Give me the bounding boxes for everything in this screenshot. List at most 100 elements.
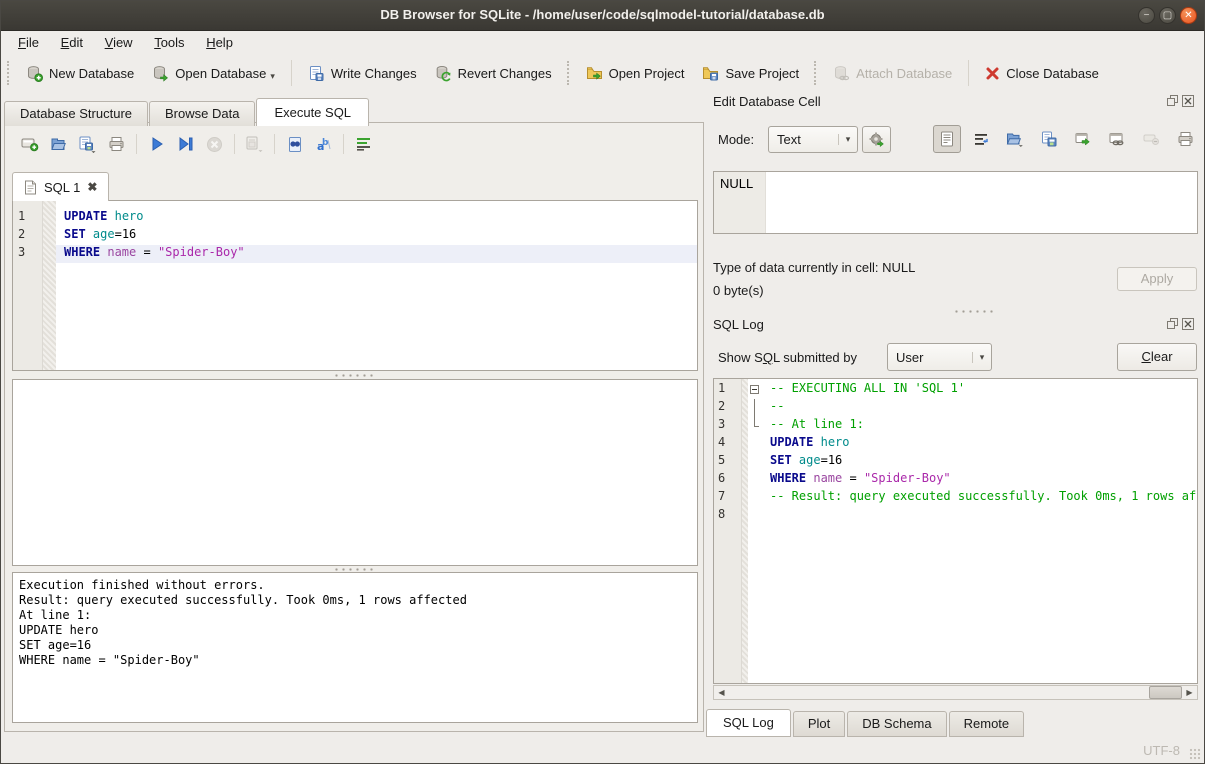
export-cell-data-button[interactable] <box>1035 125 1063 153</box>
dock-float-icon[interactable] <box>1167 95 1179 107</box>
execution-output[interactable]: Execution finished without errors. Resul… <box>12 572 698 723</box>
menu-help[interactable]: Help <box>197 32 242 53</box>
export-window-icon <box>1075 132 1091 146</box>
log-line: UPDATE hero <box>762 435 1197 453</box>
log-line: -- <box>762 399 1197 417</box>
resize-grip[interactable] <box>1189 748 1201 760</box>
log-line: -- At line 1: <box>762 417 1197 435</box>
menu-view[interactable]: View <box>96 32 142 53</box>
sql-file-tab[interactable]: SQL 1 ✖ <box>12 172 109 201</box>
window-title: DB Browser for SQLite - /home/user/code/… <box>1 7 1204 22</box>
titlebar[interactable]: DB Browser for SQLite - /home/user/code/… <box>1 1 1204 31</box>
print-cell-button[interactable] <box>1171 125 1199 153</box>
word-wrap-button[interactable] <box>349 132 378 156</box>
new-database-icon <box>26 65 43 82</box>
clear-log-button[interactable]: Clear <box>1117 343 1197 371</box>
open-database-caret-icon[interactable]: ▾ <box>270 71 275 82</box>
fold-collapse-icon[interactable] <box>750 385 759 394</box>
scrollbar-thumb[interactable] <box>1149 686 1182 699</box>
find-in-sql-button[interactable] <box>280 132 309 156</box>
scrollbar-track[interactable] <box>729 686 1182 699</box>
dock-close-icon[interactable] <box>1182 95 1194 107</box>
log-horizontal-scrollbar[interactable]: ◀ ▶ <box>713 685 1198 700</box>
set-null-button[interactable] <box>1137 125 1165 153</box>
tab-remote[interactable]: Remote <box>949 711 1025 737</box>
open-file-icon <box>1006 132 1024 147</box>
toolbar-drag-handle[interactable] <box>7 61 12 85</box>
apply-button[interactable]: Apply <box>1117 267 1197 291</box>
menu-tools[interactable]: Tools <box>145 32 193 53</box>
scroll-right-icon[interactable]: ▶ <box>1182 686 1197 699</box>
log-line: -- EXECUTING ALL IN 'SQL 1' <box>762 381 1197 399</box>
dock-float-icon[interactable] <box>1167 318 1179 330</box>
dock-tabbar: SQL Log Plot DB Schema Remote <box>706 709 1026 737</box>
cell-panel-title: Edit Database Cell <box>713 94 821 109</box>
word-wrap-icon <box>974 133 989 146</box>
save-sql-file-button[interactable] <box>73 132 102 156</box>
log-line: -- Result: query executed successfully. … <box>762 489 1197 507</box>
sql-editor[interactable]: 1 2 3 UPDATE hero SET age=16 WHERE name … <box>12 200 698 371</box>
link-icon <box>1109 132 1126 146</box>
cell-value-editor[interactable]: NULL <box>713 171 1198 234</box>
chevron-down-icon: ▾ <box>838 134 857 145</box>
minimize-button[interactable]: − <box>1138 7 1155 24</box>
mode-select[interactable]: Text ▾ <box>768 126 858 153</box>
toolbar-drag-handle[interactable] <box>814 61 819 85</box>
log-fold-markers <box>748 379 762 683</box>
write-changes-button[interactable]: Write Changes <box>299 61 426 86</box>
import-cell-data-button[interactable] <box>1001 125 1029 153</box>
dock-close-icon[interactable] <box>1182 318 1194 330</box>
text-mode-button[interactable] <box>933 125 961 153</box>
svg-text:a: a <box>317 140 324 153</box>
tab-database-structure[interactable]: Database Structure <box>4 101 148 126</box>
auto-mode-button[interactable] <box>862 126 891 153</box>
sql-toolbar: ba <box>15 131 378 157</box>
execute-all-button[interactable] <box>142 132 171 156</box>
editor-line: SET age=16 <box>56 227 697 245</box>
new-database-button[interactable]: New Database <box>17 61 143 86</box>
close-database-button[interactable]: Close Database <box>976 62 1108 85</box>
log-filter-label: Show SQL submitted by <box>718 350 857 365</box>
tab-browse-data[interactable]: Browse Data <box>149 101 255 126</box>
output-line: At line 1: <box>19 608 691 623</box>
menu-edit[interactable]: Edit <box>52 32 92 53</box>
save-project-button[interactable]: Save Project <box>693 61 808 86</box>
open-database-button[interactable]: Open Database ▾ <box>143 61 284 86</box>
cell-size-text: 0 byte(s) <box>713 283 764 298</box>
stop-execution-button[interactable] <box>200 132 229 156</box>
maximize-button[interactable]: ▢ <box>1159 7 1176 24</box>
open-in-external-button[interactable] <box>1069 125 1097 153</box>
open-project-button[interactable]: Open Project <box>577 61 694 86</box>
menu-file[interactable]: File <box>9 32 48 53</box>
tab-execute-sql[interactable]: Execute SQL <box>256 98 369 126</box>
tab-db-schema[interactable]: DB Schema <box>847 711 946 737</box>
revert-changes-button[interactable]: Revert Changes <box>426 61 561 86</box>
splitter-handle[interactable] <box>953 309 995 314</box>
tab-plot[interactable]: Plot <box>793 711 845 737</box>
close-button[interactable]: ✕ <box>1180 7 1197 24</box>
format-sql-button[interactable]: ba <box>309 132 338 156</box>
attach-database-button[interactable]: Attach Database <box>824 61 961 86</box>
save-results-button[interactable] <box>240 132 269 156</box>
output-line: SET age=16 <box>19 638 691 653</box>
new-sql-tab-button[interactable] <box>15 132 44 156</box>
open-project-icon <box>586 65 603 82</box>
execute-line-button[interactable] <box>171 132 200 156</box>
cell-type-text: Type of data currently in cell: NULL <box>713 260 915 275</box>
editor-text-area[interactable]: UPDATE hero SET age=16 WHERE name = "Spi… <box>56 201 697 370</box>
sql-log-view[interactable]: 12 34 56 78 -- EXECUTING ALL IN 'SQL 1' … <box>713 378 1198 684</box>
copy-link-button[interactable] <box>1103 125 1131 153</box>
splitter-handle[interactable] <box>333 373 375 378</box>
sql-document-icon <box>24 180 37 195</box>
scroll-left-icon[interactable]: ◀ <box>714 686 729 699</box>
printer-icon <box>1177 131 1194 147</box>
close-sql-tab-icon[interactable]: ✖ <box>87 180 97 194</box>
execute-sql-pane: ba SQL 1 ✖ 1 2 3 UPDATE hero SET age=16 … <box>4 122 704 732</box>
results-grid[interactable] <box>12 379 698 566</box>
log-filter-select[interactable]: User ▾ <box>887 343 992 371</box>
toolbar-drag-handle[interactable] <box>567 61 572 85</box>
tab-sql-log[interactable]: SQL Log <box>706 709 791 737</box>
print-sql-button[interactable] <box>102 132 131 156</box>
cell-word-wrap-button[interactable] <box>967 125 995 153</box>
open-sql-file-button[interactable] <box>44 132 73 156</box>
